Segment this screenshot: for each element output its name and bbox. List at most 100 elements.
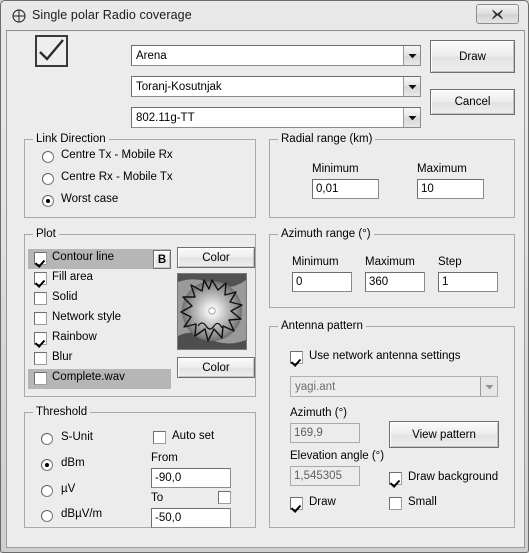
threshold-from-value: -90,0	[155, 472, 182, 484]
centre-unit-combo[interactable]: Arena	[131, 45, 421, 66]
azimuth-max-input[interactable]: 360	[365, 272, 425, 292]
network-combo[interactable]: 802.11g-TT	[131, 107, 421, 128]
radio-centre-rx-mobile-tx[interactable]	[42, 173, 54, 185]
view-pattern-button[interactable]: View pattern	[389, 421, 499, 448]
threshold-from-label: From	[151, 452, 178, 464]
checkbox-threshold-to[interactable]	[218, 491, 231, 504]
checkbox-network-style[interactable]	[34, 312, 47, 325]
checkbox-blur[interactable]	[34, 352, 47, 365]
checkbox-network-style-label: Network style	[52, 311, 122, 323]
radio-dbuvm[interactable]	[41, 510, 53, 522]
network-value: 802.11g-TT	[136, 111, 195, 124]
chevron-down-icon[interactable]	[403, 46, 420, 65]
checkbox-draw[interactable]	[290, 497, 303, 510]
antenna-elevation-input[interactable]: 1,545305	[290, 466, 360, 486]
azimuth-range-title: Azimuth range (°)	[278, 228, 374, 240]
azimuth-min-label: Minimum	[292, 256, 339, 268]
radio-dbm-label: dBm	[61, 457, 85, 469]
checkbox-draw-background[interactable]	[389, 472, 402, 485]
mobile-unit-value: Toranj-Kosutnjak	[136, 80, 222, 93]
checkbox-complete-wav[interactable]	[34, 372, 47, 385]
fill-color-label: Color	[202, 361, 230, 374]
cancel-button-label: Cancel	[454, 96, 491, 108]
threshold-title: Threshold	[33, 406, 91, 418]
threshold-to-label: To	[151, 492, 164, 504]
radial-min-input[interactable]: 0,01	[312, 179, 379, 199]
radio-s-unit-label: S-Unit	[61, 431, 93, 443]
centre-unit-value: Arena	[136, 49, 167, 62]
azimuth-max-label: Maximum	[365, 256, 415, 268]
target-crosshair-icon	[11, 8, 27, 24]
fill-color-button[interactable]: Color	[177, 357, 255, 378]
draw-button-label: Draw	[459, 50, 486, 63]
checkbox-rainbow[interactable]	[34, 332, 47, 345]
link-direction-group: Link Direction Centre Tx - Mobile Rx Cen…	[24, 133, 256, 218]
radial-max-value: 10	[421, 183, 434, 195]
azimuth-step-input[interactable]: 1	[438, 272, 498, 292]
checkbox-fill-area[interactable]	[34, 272, 47, 285]
close-button[interactable]	[476, 4, 519, 24]
dialog-client-area: Centre unit Arena Mobile unit Toranj-Kos…	[6, 30, 525, 548]
checkmark-icon	[39, 39, 64, 61]
contour-color-button[interactable]: Color	[177, 247, 255, 268]
bold-toggle-label: B	[157, 253, 167, 266]
plot-title: Plot	[33, 228, 59, 240]
checkbox-auto-set[interactable]	[153, 431, 166, 444]
checkbox-complete-wav-label: Complete.wav	[52, 371, 125, 383]
antenna-elevation-label: Elevation angle (°)	[290, 450, 385, 462]
radio-s-unit[interactable]	[41, 433, 53, 445]
bold-toggle-button[interactable]: B	[153, 250, 171, 269]
checkbox-small[interactable]	[389, 497, 402, 510]
draw-button[interactable]: Draw	[430, 40, 515, 73]
radio-uv[interactable]	[41, 485, 53, 497]
checkbox-auto-set-label: Auto set	[172, 430, 215, 442]
azimuth-min-input[interactable]: 0	[292, 272, 352, 292]
checkbox-rainbow-label: Rainbow	[52, 331, 97, 343]
chevron-down-icon[interactable]	[480, 377, 497, 396]
radio-dbuvm-label: dBµV/m	[61, 508, 103, 520]
close-icon	[492, 9, 503, 19]
radio-centre-tx-mobile-rx[interactable]	[42, 151, 54, 163]
azimuth-max-value: 360	[369, 276, 389, 288]
antenna-azimuth-label: Azimuth (°)	[290, 407, 347, 419]
azimuth-step-value: 1	[442, 276, 449, 288]
window-title: Single polar Radio coverage	[32, 8, 192, 22]
antenna-azimuth-input[interactable]: 169,9	[290, 423, 360, 443]
radial-max-input[interactable]: 10	[417, 179, 484, 199]
radio-dbm[interactable]	[41, 459, 53, 471]
radio-centre-tx-mobile-rx-label: Centre Tx - Mobile Rx	[61, 149, 173, 161]
azimuth-min-value: 0	[296, 276, 303, 288]
checkbox-contour-line-label: Contour line	[52, 251, 115, 263]
cancel-button[interactable]: Cancel	[430, 89, 515, 115]
antenna-azimuth-value: 169,9	[294, 427, 323, 439]
contour-color-label: Color	[202, 251, 230, 264]
radial-range-group: Radial range (km) Minimum 0,01 Maximum 1…	[269, 133, 515, 218]
threshold-from-input[interactable]: -90,0	[151, 468, 231, 488]
radio-worst-case[interactable]	[42, 195, 54, 207]
checkbox-small-label: Small	[408, 496, 437, 508]
checkbox-solid[interactable]	[34, 292, 47, 305]
chevron-down-icon[interactable]	[403, 108, 420, 127]
polar-coverage-preview-image	[178, 274, 246, 349]
checkbox-contour-line[interactable]	[34, 252, 47, 265]
radio-worst-case-label: Worst case	[61, 193, 119, 205]
checkbox-solid-label: Solid	[52, 291, 78, 303]
chevron-down-icon[interactable]	[403, 77, 420, 96]
antenna-file-combo[interactable]: yagi.ant	[290, 376, 498, 397]
checkbox-use-network-antenna[interactable]	[290, 351, 303, 364]
checkbox-use-network-antenna-label: Use network antenna settings	[309, 350, 461, 362]
confirm-check-button[interactable]	[35, 35, 68, 67]
checkbox-draw-label: Draw	[309, 496, 336, 508]
threshold-to-value: -50,0	[155, 512, 182, 524]
azimuth-range-group: Azimuth range (°) Minimum 0 Maximum 360 …	[269, 228, 515, 308]
antenna-elevation-value: 1,545305	[294, 470, 342, 482]
radial-min-label: Minimum	[312, 163, 359, 175]
checkbox-draw-background-label: Draw background	[408, 471, 499, 483]
radial-range-title: Radial range (km)	[278, 133, 376, 145]
azimuth-step-label: Step	[438, 256, 462, 268]
view-pattern-label: View pattern	[412, 428, 476, 441]
radio-centre-rx-mobile-tx-label: Centre Rx - Mobile Tx	[61, 171, 173, 183]
mobile-unit-combo[interactable]: Toranj-Kosutnjak	[131, 76, 421, 97]
threshold-to-input[interactable]: -50,0	[151, 508, 231, 528]
link-direction-title: Link Direction	[33, 133, 109, 145]
